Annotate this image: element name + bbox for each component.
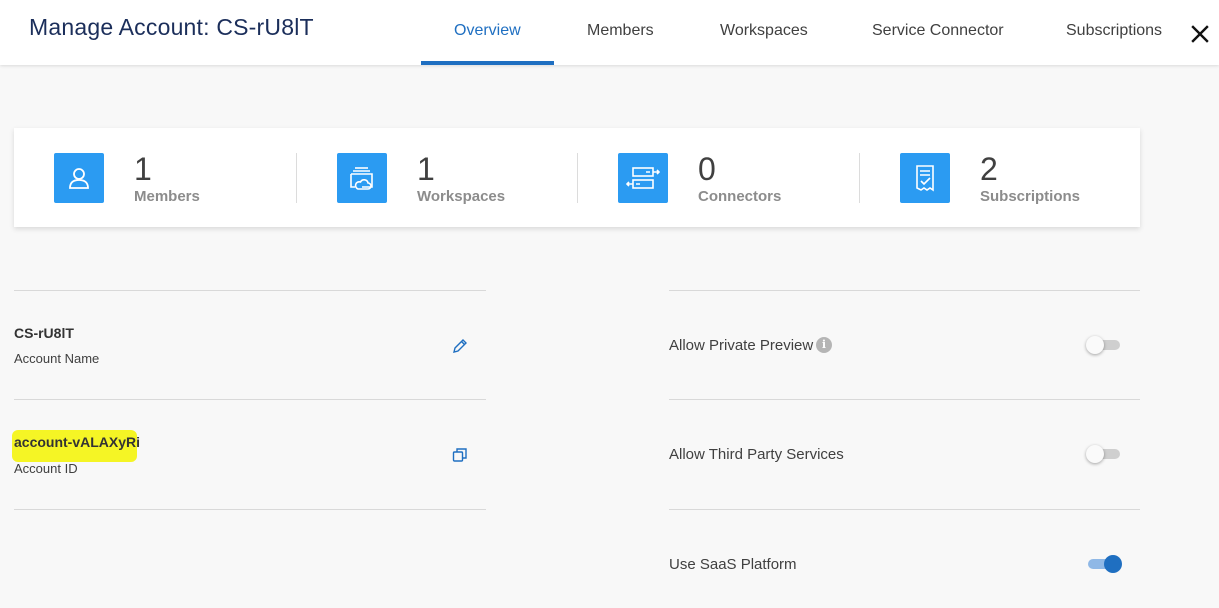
toggle-knob [1086,336,1104,354]
allow-private-preview-label: Allow Private Preview [669,337,814,354]
tab-subscriptions[interactable]: Subscriptions [1066,22,1162,40]
connectors-count: 0 [698,151,716,187]
workspaces-count: 1 [417,151,435,187]
toggle-knob [1104,555,1122,573]
divider [859,153,860,203]
subscriptions-label: Subscriptions [980,188,1081,205]
divider [14,509,486,510]
workspaces-label: Workspaces [417,188,506,205]
subscriptions-count: 2 [980,151,998,187]
use-saas-platform-label: Use SaaS Platform [669,556,797,573]
account-id-label: Account ID [14,461,78,476]
account-id-value: account-vALAXyRi [14,434,141,450]
connectors-label: Connectors [698,188,782,205]
divider [669,399,1140,400]
user-icon [54,153,104,203]
close-icon[interactable] [1188,22,1212,46]
account-name-value: CS-rU8lT [14,325,74,341]
allow-third-party-services-toggle[interactable] [1086,444,1122,464]
divider [14,290,486,291]
allow-third-party-services-label: Allow Third Party Services [669,446,844,463]
stats-card: 1 Members 1 Workspaces 0 Connectors 2 Su… [14,128,1140,227]
divider [577,153,578,203]
header-bar: Manage Account: CS-rU8lT Overview Member… [0,0,1219,65]
copy-icon[interactable] [451,446,469,464]
tab-service-connector[interactable]: Service Connector [872,22,1004,40]
divider [14,399,486,400]
edit-pencil-icon[interactable] [451,337,469,355]
account-name-label: Account Name [14,351,100,366]
tab-workspaces[interactable]: Workspaces [720,22,808,40]
tab-overview[interactable]: Overview [454,22,521,40]
info-icon[interactable]: i [816,337,832,353]
use-saas-platform-toggle[interactable] [1086,554,1122,574]
page-title: Manage Account: CS-rU8lT [29,14,314,40]
workspace-cloud-icon [337,153,387,203]
active-tab-indicator [421,61,554,65]
divider [669,290,1140,291]
divider [296,153,297,203]
toggle-knob [1086,445,1104,463]
tab-members[interactable]: Members [587,22,654,40]
connector-icon [618,153,668,203]
subscription-receipt-icon [900,153,950,203]
allow-private-preview-toggle[interactable] [1086,335,1122,355]
members-label: Members [134,188,200,205]
divider [669,509,1140,510]
members-count: 1 [134,151,152,187]
